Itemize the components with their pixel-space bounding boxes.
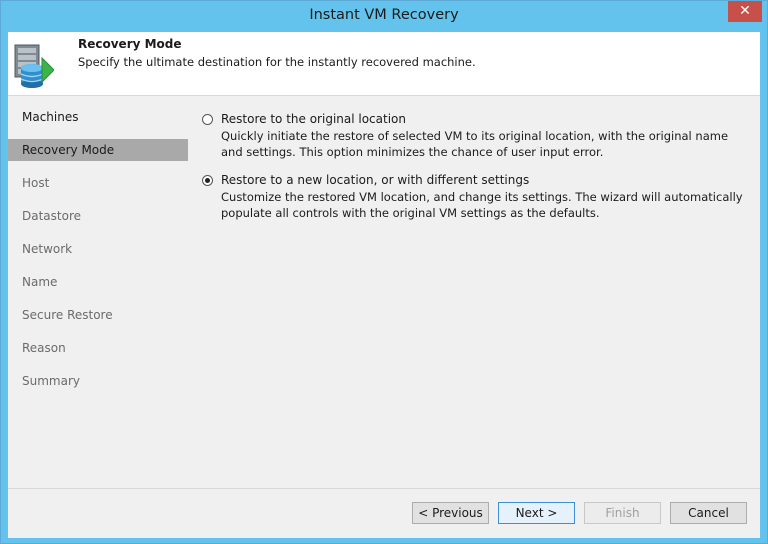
step-reason: Reason — [22, 341, 66, 355]
wizard-footer: < Previous Next > Finish Cancel — [8, 488, 760, 538]
radio-original-location[interactable] — [202, 114, 213, 125]
step-name: Name — [22, 275, 58, 289]
option-new-location-description: Customize the restored VM location, and … — [221, 190, 743, 220]
page-title: Recovery Mode — [78, 37, 182, 51]
option-original-location-label[interactable]: Restore to the original location — [221, 112, 406, 126]
option-new-location-label[interactable]: Restore to a new location, or with diffe… — [221, 173, 529, 187]
option-original-location[interactable]: Restore to the original location Quickly… — [202, 112, 747, 162]
wizard-content: Restore to the original location Quickly… — [189, 96, 760, 488]
step-secure-restore: Secure Restore — [22, 308, 113, 322]
title-bar[interactable]: Instant VM Recovery ✕ — [1, 1, 767, 32]
finish-button[interactable]: Finish — [584, 502, 661, 524]
close-icon: ✕ — [739, 3, 751, 19]
step-summary: Summary — [22, 374, 80, 388]
wizard-client: Recovery Mode Specify the ultimate desti… — [8, 32, 760, 538]
wizard-window: Instant VM Recovery ✕ Recovery Mode Spec… — [0, 0, 768, 544]
wizard-header: Recovery Mode Specify the ultimate desti… — [8, 32, 760, 96]
wizard-steps: Machines Recovery Mode Host Datastore Ne… — [8, 96, 188, 488]
radio-new-location[interactable] — [202, 175, 213, 186]
cancel-button[interactable]: Cancel — [670, 502, 747, 524]
option-original-location-description: Quickly initiate the restore of selected… — [221, 129, 729, 159]
previous-button[interactable]: < Previous — [412, 502, 489, 524]
step-datastore: Datastore — [22, 209, 82, 223]
step-machines[interactable]: Machines — [8, 106, 188, 128]
server-database-restore-icon — [14, 44, 54, 88]
step-recovery-mode[interactable]: Recovery Mode — [8, 139, 188, 161]
step-network: Network — [22, 242, 73, 256]
option-new-location[interactable]: Restore to a new location, or with diffe… — [202, 173, 747, 223]
window-title: Instant VM Recovery — [309, 7, 459, 23]
next-button[interactable]: Next > — [498, 502, 575, 524]
step-host: Host — [22, 176, 50, 190]
close-button[interactable]: ✕ — [728, 1, 762, 22]
page-subtitle: Specify the ultimate destination for the… — [78, 55, 476, 69]
